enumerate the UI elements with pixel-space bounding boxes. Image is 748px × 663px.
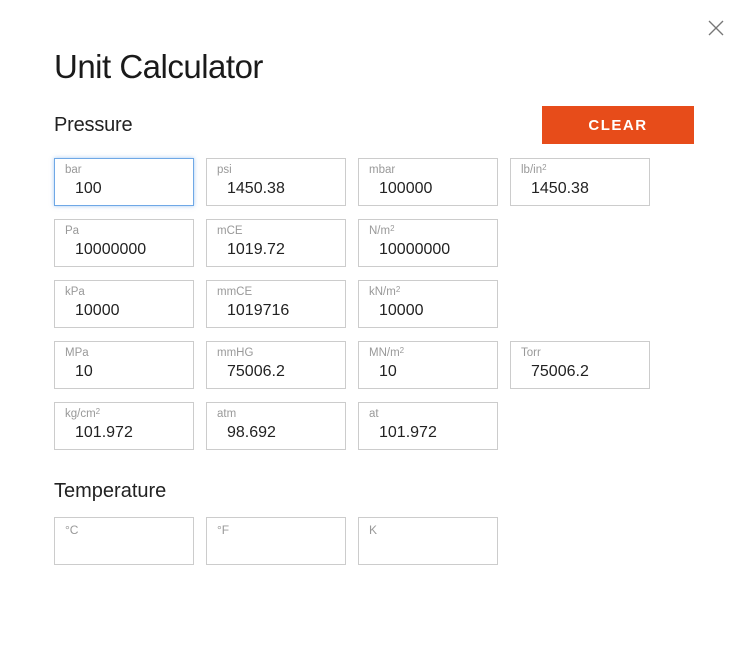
field-label: kPa [65, 286, 183, 300]
field-label: N/m2 [369, 225, 487, 239]
field-input[interactable] [217, 423, 335, 444]
field-label: kN/m2 [369, 286, 487, 300]
field-input[interactable] [369, 423, 487, 444]
field-label: °F [217, 523, 335, 537]
clear-button[interactable]: CLEAR [542, 106, 694, 144]
temperature-grid: °C °F K [54, 517, 694, 565]
pressure-heading: Pressure [54, 114, 132, 137]
temperature-field[interactable]: °F [206, 517, 346, 565]
field-label: MN/m2 [369, 347, 487, 361]
pressure-field[interactable]: bar [54, 158, 194, 206]
field-label: Torr [521, 347, 639, 361]
field-input[interactable] [65, 362, 183, 383]
field-input[interactable] [217, 362, 335, 383]
field-label: atm [217, 408, 335, 422]
field-input[interactable] [369, 362, 487, 383]
field-input[interactable] [217, 240, 335, 261]
field-label: °C [65, 523, 183, 537]
field-input[interactable] [65, 301, 183, 322]
temperature-heading: Temperature [54, 480, 694, 503]
pressure-field[interactable]: Pa [54, 219, 194, 267]
field-label: psi [217, 164, 335, 178]
pressure-field[interactable]: kg/cm2 [54, 402, 194, 450]
temperature-field[interactable]: °C [54, 517, 194, 565]
pressure-field[interactable]: MN/m2 [358, 341, 498, 389]
field-input[interactable] [65, 240, 183, 261]
grid-spacer [510, 280, 650, 328]
field-label: K [369, 523, 487, 537]
field-input[interactable] [65, 537, 183, 555]
field-label: at [369, 408, 487, 422]
field-label: mmCE [217, 286, 335, 300]
pressure-field[interactable]: lb/in2 [510, 158, 650, 206]
field-input[interactable] [65, 423, 183, 444]
field-input[interactable] [521, 179, 639, 200]
page-title: Unit Calculator [54, 48, 694, 86]
pressure-field[interactable]: mbar [358, 158, 498, 206]
field-label: bar [65, 164, 183, 178]
pressure-field[interactable]: atm [206, 402, 346, 450]
field-label: MPa [65, 347, 183, 361]
field-input[interactable] [65, 179, 183, 200]
field-input[interactable] [521, 362, 639, 383]
field-input[interactable] [369, 179, 487, 200]
field-input[interactable] [369, 301, 487, 322]
field-label: mbar [369, 164, 487, 178]
field-input[interactable] [217, 179, 335, 200]
pressure-field[interactable]: mmHG [206, 341, 346, 389]
field-label: kg/cm2 [65, 408, 183, 422]
grid-spacer [510, 219, 650, 267]
pressure-field[interactable]: mmCE [206, 280, 346, 328]
pressure-field[interactable]: MPa [54, 341, 194, 389]
pressure-field[interactable]: psi [206, 158, 346, 206]
pressure-field[interactable]: kN/m2 [358, 280, 498, 328]
field-label: Pa [65, 225, 183, 239]
field-input[interactable] [217, 537, 335, 555]
field-input[interactable] [217, 301, 335, 322]
pressure-field[interactable]: mCE [206, 219, 346, 267]
field-label: lb/in2 [521, 164, 639, 178]
field-label: mCE [217, 225, 335, 239]
pressure-field[interactable]: kPa [54, 280, 194, 328]
pressure-field[interactable]: Torr [510, 341, 650, 389]
pressure-grid: bar psi mbar lb/in2 Pa mCE N/m2 kPa mmCE kN/m2 MPa… [54, 158, 694, 450]
pressure-field[interactable]: N/m2 [358, 219, 498, 267]
field-input[interactable] [369, 537, 487, 555]
pressure-field[interactable]: at [358, 402, 498, 450]
close-icon[interactable] [706, 18, 726, 38]
temperature-field[interactable]: K [358, 517, 498, 565]
field-label: mmHG [217, 347, 335, 361]
field-input[interactable] [369, 240, 487, 261]
